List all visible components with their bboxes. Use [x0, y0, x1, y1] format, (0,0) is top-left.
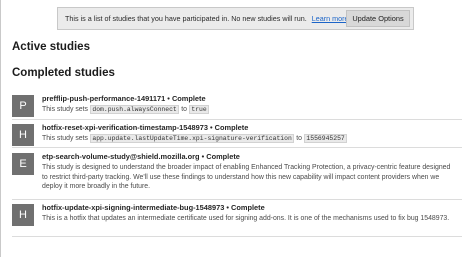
separator-dot: •	[226, 203, 229, 212]
desc-prefix: This study sets	[42, 135, 88, 142]
learn-more-link[interactable]: Learn more	[312, 14, 349, 23]
separator-dot: •	[210, 123, 213, 132]
pref-value-code: 1556945257	[303, 134, 348, 143]
study-item-etp-search-volume: E etp-search-volume-study@shield.mozilla…	[12, 150, 462, 200]
study-title: etp-search-volume-study@shield.mozilla.o…	[42, 152, 240, 161]
study-avatar: H	[12, 204, 34, 226]
update-options-button[interactable]: Update Options	[346, 10, 410, 27]
separator-dot: •	[167, 94, 170, 103]
study-name: hotfix-update-xpi-signing-intermediate-b…	[42, 203, 225, 212]
study-avatar: H	[12, 124, 34, 146]
study-status: Complete	[231, 203, 265, 212]
study-name: etp-search-volume-study@shield.mozilla.o…	[42, 152, 200, 161]
pref-value-code: true	[188, 105, 210, 114]
study-avatar: P	[12, 95, 34, 117]
study-description: This study sets app.update.lastUpdateTim…	[42, 134, 452, 144]
study-description: This is a hotfix that updates an interme…	[42, 215, 450, 222]
notice-banner: This is a list of studies that you have …	[57, 7, 414, 30]
study-name: hotfix-reset-xpi-verification-timestamp-…	[42, 123, 208, 132]
pref-name-code: dom.push.alwaysConnect	[89, 105, 180, 114]
pref-name-code: app.update.lastUpdateTime.xpi-signature-…	[89, 134, 295, 143]
study-name: prefflip-push-performance-1491171	[42, 94, 166, 103]
study-title: hotfix-update-xpi-signing-intermediate-b…	[42, 203, 265, 212]
study-status: Complete	[206, 152, 240, 161]
separator-dot: •	[201, 152, 205, 161]
active-studies-heading: Active studies	[12, 41, 90, 53]
completed-studies-heading: Completed studies	[12, 67, 115, 79]
desc-prefix: This study sets	[42, 106, 88, 113]
study-description: This study sets dom.push.alwaysConnect t…	[42, 105, 452, 115]
study-item-prefflip-push-performance: P prefflip-push-performance-1491171 • Co…	[12, 92, 462, 120]
study-item-hotfix-reset-xpi: H hotfix-reset-xpi-verification-timestam…	[12, 121, 462, 148]
study-avatar: E	[12, 153, 34, 175]
study-status: Complete	[214, 123, 249, 132]
desc-mid: to	[296, 135, 302, 142]
study-status: Complete	[171, 94, 206, 103]
study-title: prefflip-push-performance-1491171 • Comp…	[42, 94, 206, 103]
notice-message: This is a list of studies that you have …	[65, 14, 307, 23]
study-description: This study is designed to understand the…	[42, 164, 451, 191]
study-title: hotfix-reset-xpi-verification-timestamp-…	[42, 123, 248, 132]
studies-page: This is a list of studies that you have …	[0, 0, 474, 257]
desc-mid: to	[181, 106, 187, 113]
study-item-hotfix-update-xpi-signing: H hotfix-update-xpi-signing-intermediate…	[12, 201, 462, 237]
